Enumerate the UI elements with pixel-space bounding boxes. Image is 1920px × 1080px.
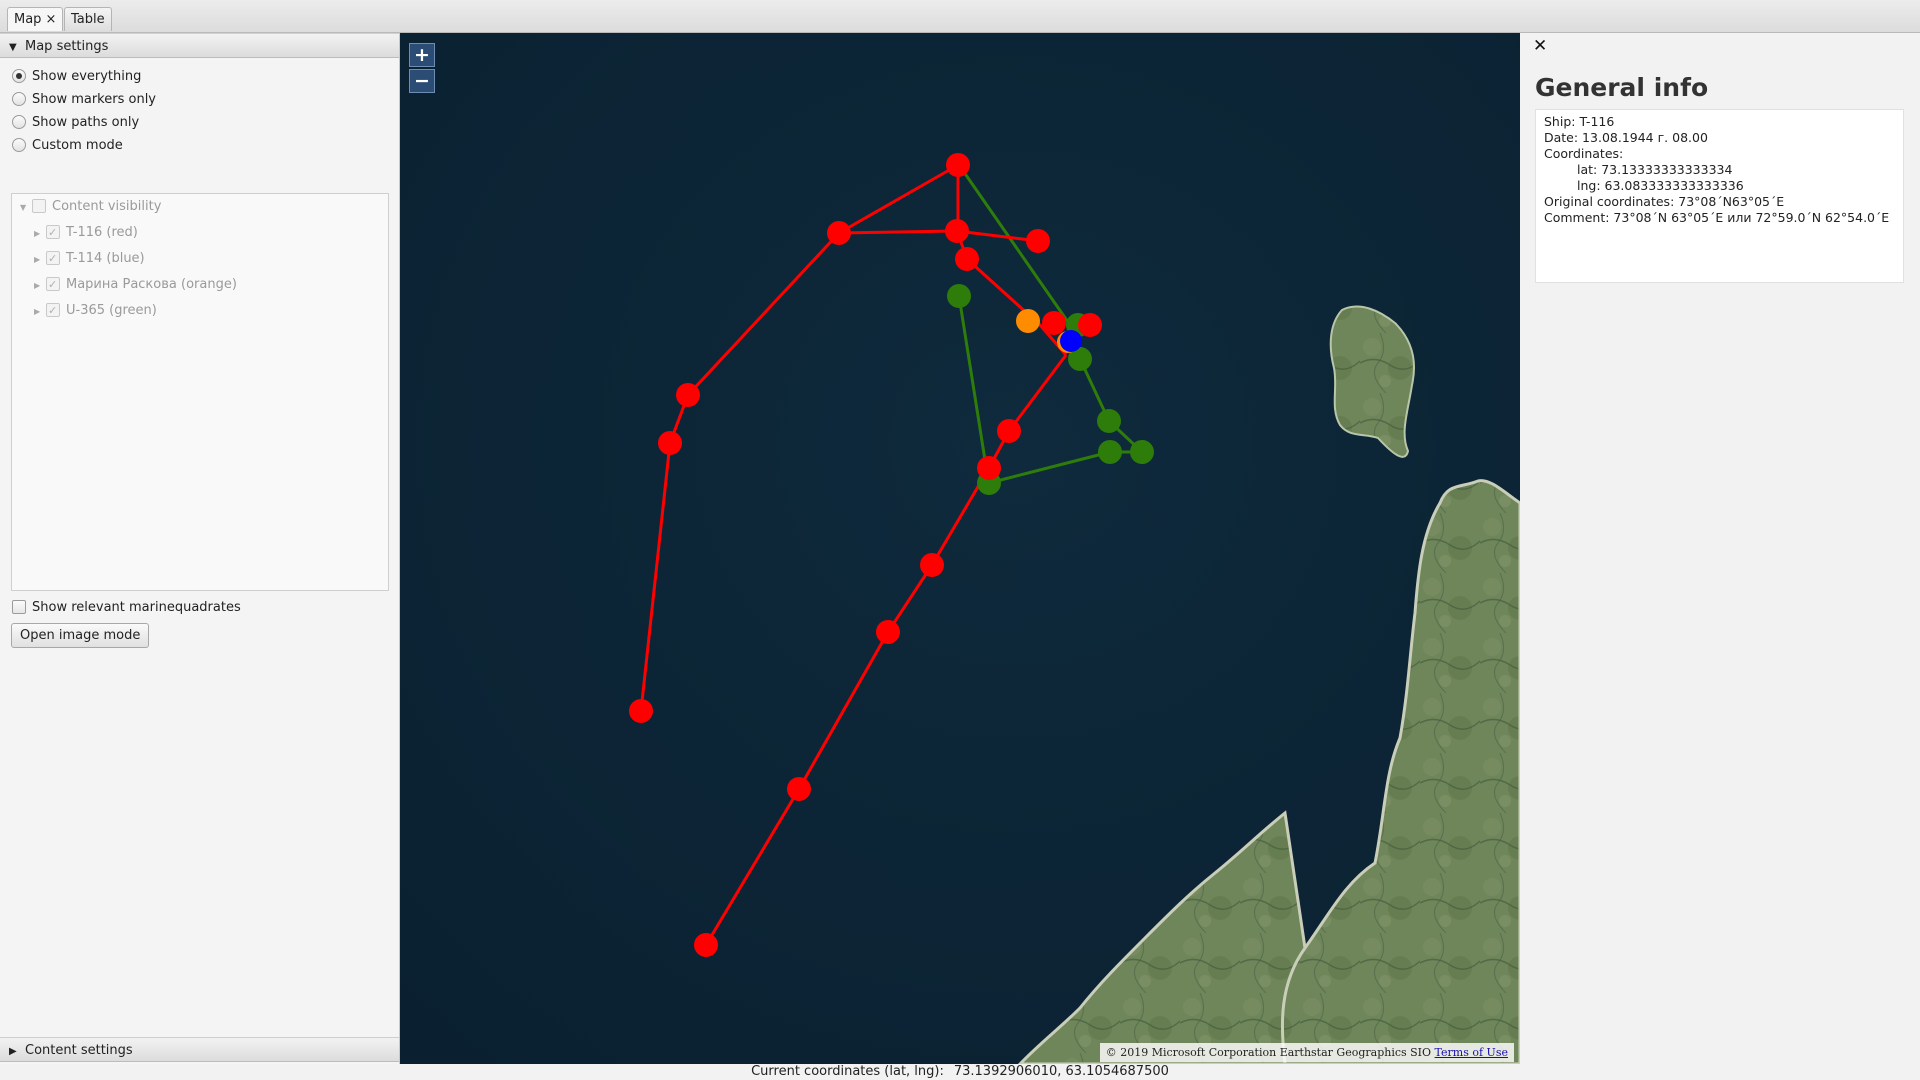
date-line: Date: 13.08.1944 г. 08.00 [1544, 130, 1708, 145]
t116-marker[interactable] [997, 419, 1021, 443]
checkbox [46, 274, 60, 296]
t114-marker[interactable] [1060, 330, 1082, 352]
radio-button[interactable] [12, 138, 26, 152]
checkbox [46, 248, 60, 270]
t116-marker[interactable] [876, 620, 900, 644]
attribution-text: © 2019 Microsoft Corporation Earthstar G… [1105, 1046, 1432, 1059]
radio-label: Show markers only [32, 92, 156, 107]
info-panel: ✕ General info Ship: T-116 Date: 13.08.1… [1521, 33, 1920, 1064]
tab-map-label: Map [14, 12, 42, 27]
checkbox [46, 300, 60, 322]
terms-of-use-link[interactable]: Terms of Use [1435, 1046, 1508, 1059]
t116-marker[interactable] [920, 553, 944, 577]
zoom-out-button[interactable]: − [409, 69, 435, 93]
t116-marker[interactable] [629, 699, 653, 723]
coordinates-label: Coordinates: [1544, 146, 1624, 161]
map-attribution: © 2019 Microsoft Corporation Earthstar G… [1099, 1043, 1514, 1062]
chevron-right-icon: ▶ [34, 281, 41, 290]
t116-marker[interactable] [658, 431, 682, 455]
tree-item-content-visibility: ▼ Content visibility [20, 196, 161, 218]
radio-custom-mode[interactable]: Custom mode [12, 136, 123, 156]
radio-button[interactable] [12, 92, 26, 106]
content-settings-title: Content settings [25, 1043, 133, 1058]
checkbox [46, 222, 60, 244]
content-settings-header[interactable]: ▶ Content settings [0, 1037, 399, 1062]
coordinates-value: 73.1392906010, 63.1054687500 [953, 1064, 1169, 1079]
t116-marker[interactable] [676, 383, 700, 407]
status-bar: Current coordinates (lat, lng): 73.139290… [0, 1064, 1920, 1080]
chevron-right-icon: ▶ [34, 255, 41, 264]
close-icon[interactable]: × [45, 12, 56, 27]
tree-item-label: T-114 (blue) [66, 251, 145, 266]
t116-marker[interactable] [945, 219, 969, 243]
t116-marker[interactable] [1078, 313, 1102, 337]
t116-marker[interactable] [955, 247, 979, 271]
tree-item-label: Марина Раскова (orange) [66, 277, 237, 292]
checkbox[interactable] [12, 600, 26, 614]
chevron-down-icon: ▼ [9, 42, 17, 53]
info-title: General info [1535, 73, 1709, 102]
map-settings-header[interactable]: ▼ Map settings [0, 33, 399, 58]
marina-raskova-marker[interactable] [1016, 309, 1040, 333]
u365-marker[interactable] [947, 284, 971, 308]
comment-line: Comment: 73°08´N 63°05´E или 72°59.0´N 6… [1544, 210, 1890, 225]
tree-item-u365: ▶ U-365 (green) [34, 300, 157, 322]
tab-table[interactable]: Table [64, 7, 112, 31]
ship-line: Ship: T-116 [1544, 114, 1615, 129]
t116-marker[interactable] [1042, 311, 1066, 335]
t116-marker[interactable] [946, 153, 970, 177]
tab-table-label: Table [71, 12, 105, 27]
t116-marker[interactable] [827, 221, 851, 245]
tree-item-t114: ▶ T-114 (blue) [34, 248, 145, 270]
t116-marker[interactable] [694, 933, 718, 957]
marinequadrates-toggle[interactable]: Show relevant marinequadrates [12, 598, 241, 618]
tab-map[interactable]: Map × [7, 7, 64, 31]
lat-line: lat: 73.13333333333334 [1577, 162, 1733, 177]
radio-button[interactable] [12, 69, 26, 83]
t116-marker[interactable] [977, 456, 1001, 480]
tab-bar: Map × Table [0, 0, 1920, 33]
original-coordinates-line: Original coordinates: 73°08´N63°05´E [1544, 194, 1785, 209]
t116-marker[interactable] [787, 777, 811, 801]
tree-item-marina-raskova: ▶ Марина Раскова (orange) [34, 274, 237, 296]
marinequadrates-label: Show relevant marinequadrates [32, 600, 241, 615]
tree-item-t116: ▶ T-116 (red) [34, 222, 138, 244]
u365-marker[interactable] [1130, 440, 1154, 464]
radio-label: Show paths only [32, 115, 140, 130]
tree-item-label: Content visibility [52, 199, 162, 214]
lng-line: lng: 63.083333333333336 [1577, 178, 1744, 193]
t116-marker[interactable] [1026, 229, 1050, 253]
left-panel: ▼ Map settings Show everything Show marke… [0, 33, 400, 1064]
zoom-in-button[interactable]: + [409, 43, 435, 67]
radio-label: Custom mode [32, 138, 123, 153]
close-icon[interactable]: ✕ [1533, 36, 1547, 56]
chevron-down-icon: ▼ [20, 203, 27, 212]
radio-show-markers-only[interactable]: Show markers only [12, 90, 156, 110]
radio-label: Show everything [32, 69, 142, 84]
chevron-right-icon: ▶ [34, 229, 41, 238]
chevron-right-icon: ▶ [34, 307, 41, 316]
map-view[interactable]: + − © 2019 Microsoft Corporation Earthst… [400, 33, 1520, 1064]
chevron-right-icon: ▶ [9, 1046, 17, 1057]
radio-button[interactable] [12, 115, 26, 129]
u365-marker[interactable] [1098, 440, 1122, 464]
map-settings-title: Map settings [25, 39, 109, 54]
u365-marker[interactable] [1097, 409, 1121, 433]
radio-show-everything[interactable]: Show everything [12, 67, 141, 87]
tree-item-label: T-116 (red) [66, 225, 138, 240]
coordinates-label: Current coordinates (lat, lng): [751, 1064, 944, 1079]
content-visibility-tree: ▼ Content visibility ▶ T-116 (red) ▶ T-114 … [11, 193, 389, 591]
tree-item-label: U-365 (green) [66, 303, 157, 318]
map-canvas[interactable] [400, 33, 1520, 1064]
checkbox [32, 199, 46, 213]
radio-show-paths-only[interactable]: Show paths only [12, 113, 139, 133]
info-details: Ship: T-116 Date: 13.08.1944 г. 08.00 Co… [1535, 109, 1904, 283]
open-image-mode-button[interactable]: Open image mode [11, 623, 150, 648]
